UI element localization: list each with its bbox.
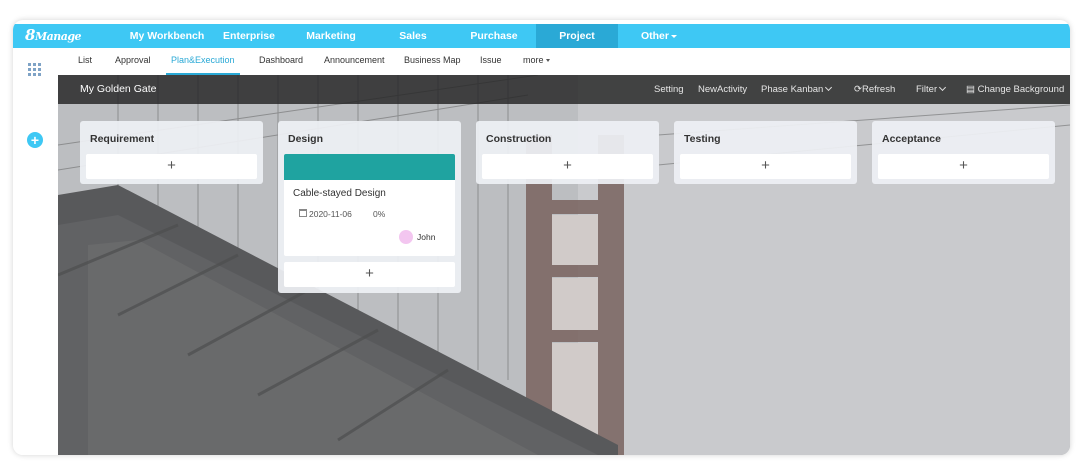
column-requirement: Requirement + — [80, 121, 263, 184]
task-color-bar — [284, 154, 455, 180]
filter-label: Filter — [916, 84, 938, 95]
nav-marketing[interactable]: Marketing — [296, 24, 366, 48]
add-card-button[interactable]: + — [482, 154, 653, 179]
column-title: Construction — [486, 133, 552, 145]
calendar-icon — [299, 209, 307, 217]
tab-list[interactable]: List — [78, 48, 92, 75]
add-circle-icon[interactable]: + — [27, 132, 43, 148]
app-window: 8Manage My Workbench Enterprise Marketin… — [13, 20, 1070, 455]
nav-other[interactable]: Other — [631, 24, 687, 48]
filter-dropdown[interactable]: Filter — [916, 75, 947, 104]
tab-more-label: more — [523, 55, 544, 65]
setting-button[interactable]: Setting — [654, 75, 684, 104]
new-activity-button[interactable]: NewActivity — [698, 75, 747, 104]
tab-business-map[interactable]: Business Map — [404, 48, 461, 75]
column-design: Design Cable-stayed Design 2020-11-06 0%… — [278, 121, 461, 293]
add-card-button[interactable]: + — [878, 154, 1049, 179]
column-title: Design — [288, 133, 324, 145]
nav-other-label: Other — [640, 30, 669, 42]
tab-more[interactable]: more — [523, 48, 550, 75]
top-navbar: 8Manage My Workbench Enterprise Marketin… — [13, 24, 1070, 48]
nav-purchase[interactable]: Purchase — [458, 24, 530, 48]
phase-kanban-label: Phase Kanban — [761, 84, 824, 95]
refresh-label: Refresh — [861, 84, 896, 95]
refresh-button[interactable]: ⟳Refresh — [854, 75, 895, 104]
change-background-button[interactable]: ▤ Change Background — [966, 75, 1064, 104]
add-card-button[interactable]: + — [680, 154, 851, 179]
task-name: Cable-stayed Design — [293, 188, 386, 199]
column-title: Testing — [684, 133, 721, 145]
tab-plan-execution[interactable]: Plan&Execution — [166, 48, 240, 75]
logo[interactable]: 8Manage — [25, 26, 82, 44]
nav-enterprise[interactable]: Enterprise — [213, 24, 285, 48]
chevron-down-icon — [545, 59, 550, 63]
nav-my-workbench[interactable]: My Workbench — [126, 24, 208, 48]
column-title: Acceptance — [882, 133, 941, 145]
chevron-down-icon — [825, 83, 833, 92]
add-card-button[interactable]: + — [86, 154, 257, 179]
left-rail: + — [13, 48, 58, 455]
add-card-button[interactable]: + — [284, 262, 455, 287]
image-icon: ▤ — [966, 84, 975, 95]
phase-kanban-dropdown[interactable]: Phase Kanban — [761, 75, 833, 104]
app-grid-icon[interactable] — [28, 63, 42, 77]
task-progress: 0% — [373, 209, 386, 219]
chevron-down-icon — [939, 83, 947, 92]
kanban-board: My Golden Gate Setting NewActivity Phase… — [58, 75, 1070, 455]
board-header: My Golden Gate Setting NewActivity Phase… — [58, 75, 1070, 104]
column-title: Requirement — [90, 133, 155, 145]
refresh-icon: ⟳ — [854, 84, 862, 95]
nav-project[interactable]: Project — [536, 24, 618, 48]
column-testing: Testing + — [674, 121, 857, 184]
logo-number: 8 — [25, 26, 35, 44]
task-card[interactable]: Cable-stayed Design 2020-11-06 0% John — [284, 154, 455, 256]
tab-dashboard[interactable]: Dashboard — [259, 48, 303, 75]
tab-issue[interactable]: Issue — [480, 48, 502, 75]
task-assignee: John — [417, 232, 436, 242]
sub-navbar: List Approval Plan&Execution Dashboard A… — [58, 48, 1070, 75]
tab-approval[interactable]: Approval — [115, 48, 151, 75]
logo-text: Manage — [34, 30, 82, 43]
change-background-label: Change Background — [977, 84, 1065, 95]
board-title: My Golden Gate — [80, 83, 157, 95]
column-construction: Construction + — [476, 121, 659, 184]
nav-sales[interactable]: Sales — [383, 24, 443, 48]
chevron-down-icon — [671, 34, 677, 38]
column-acceptance: Acceptance + — [872, 121, 1055, 184]
task-date: 2020-11-06 — [309, 209, 352, 219]
avatar — [399, 230, 413, 244]
tab-announcement[interactable]: Announcement — [324, 48, 385, 75]
